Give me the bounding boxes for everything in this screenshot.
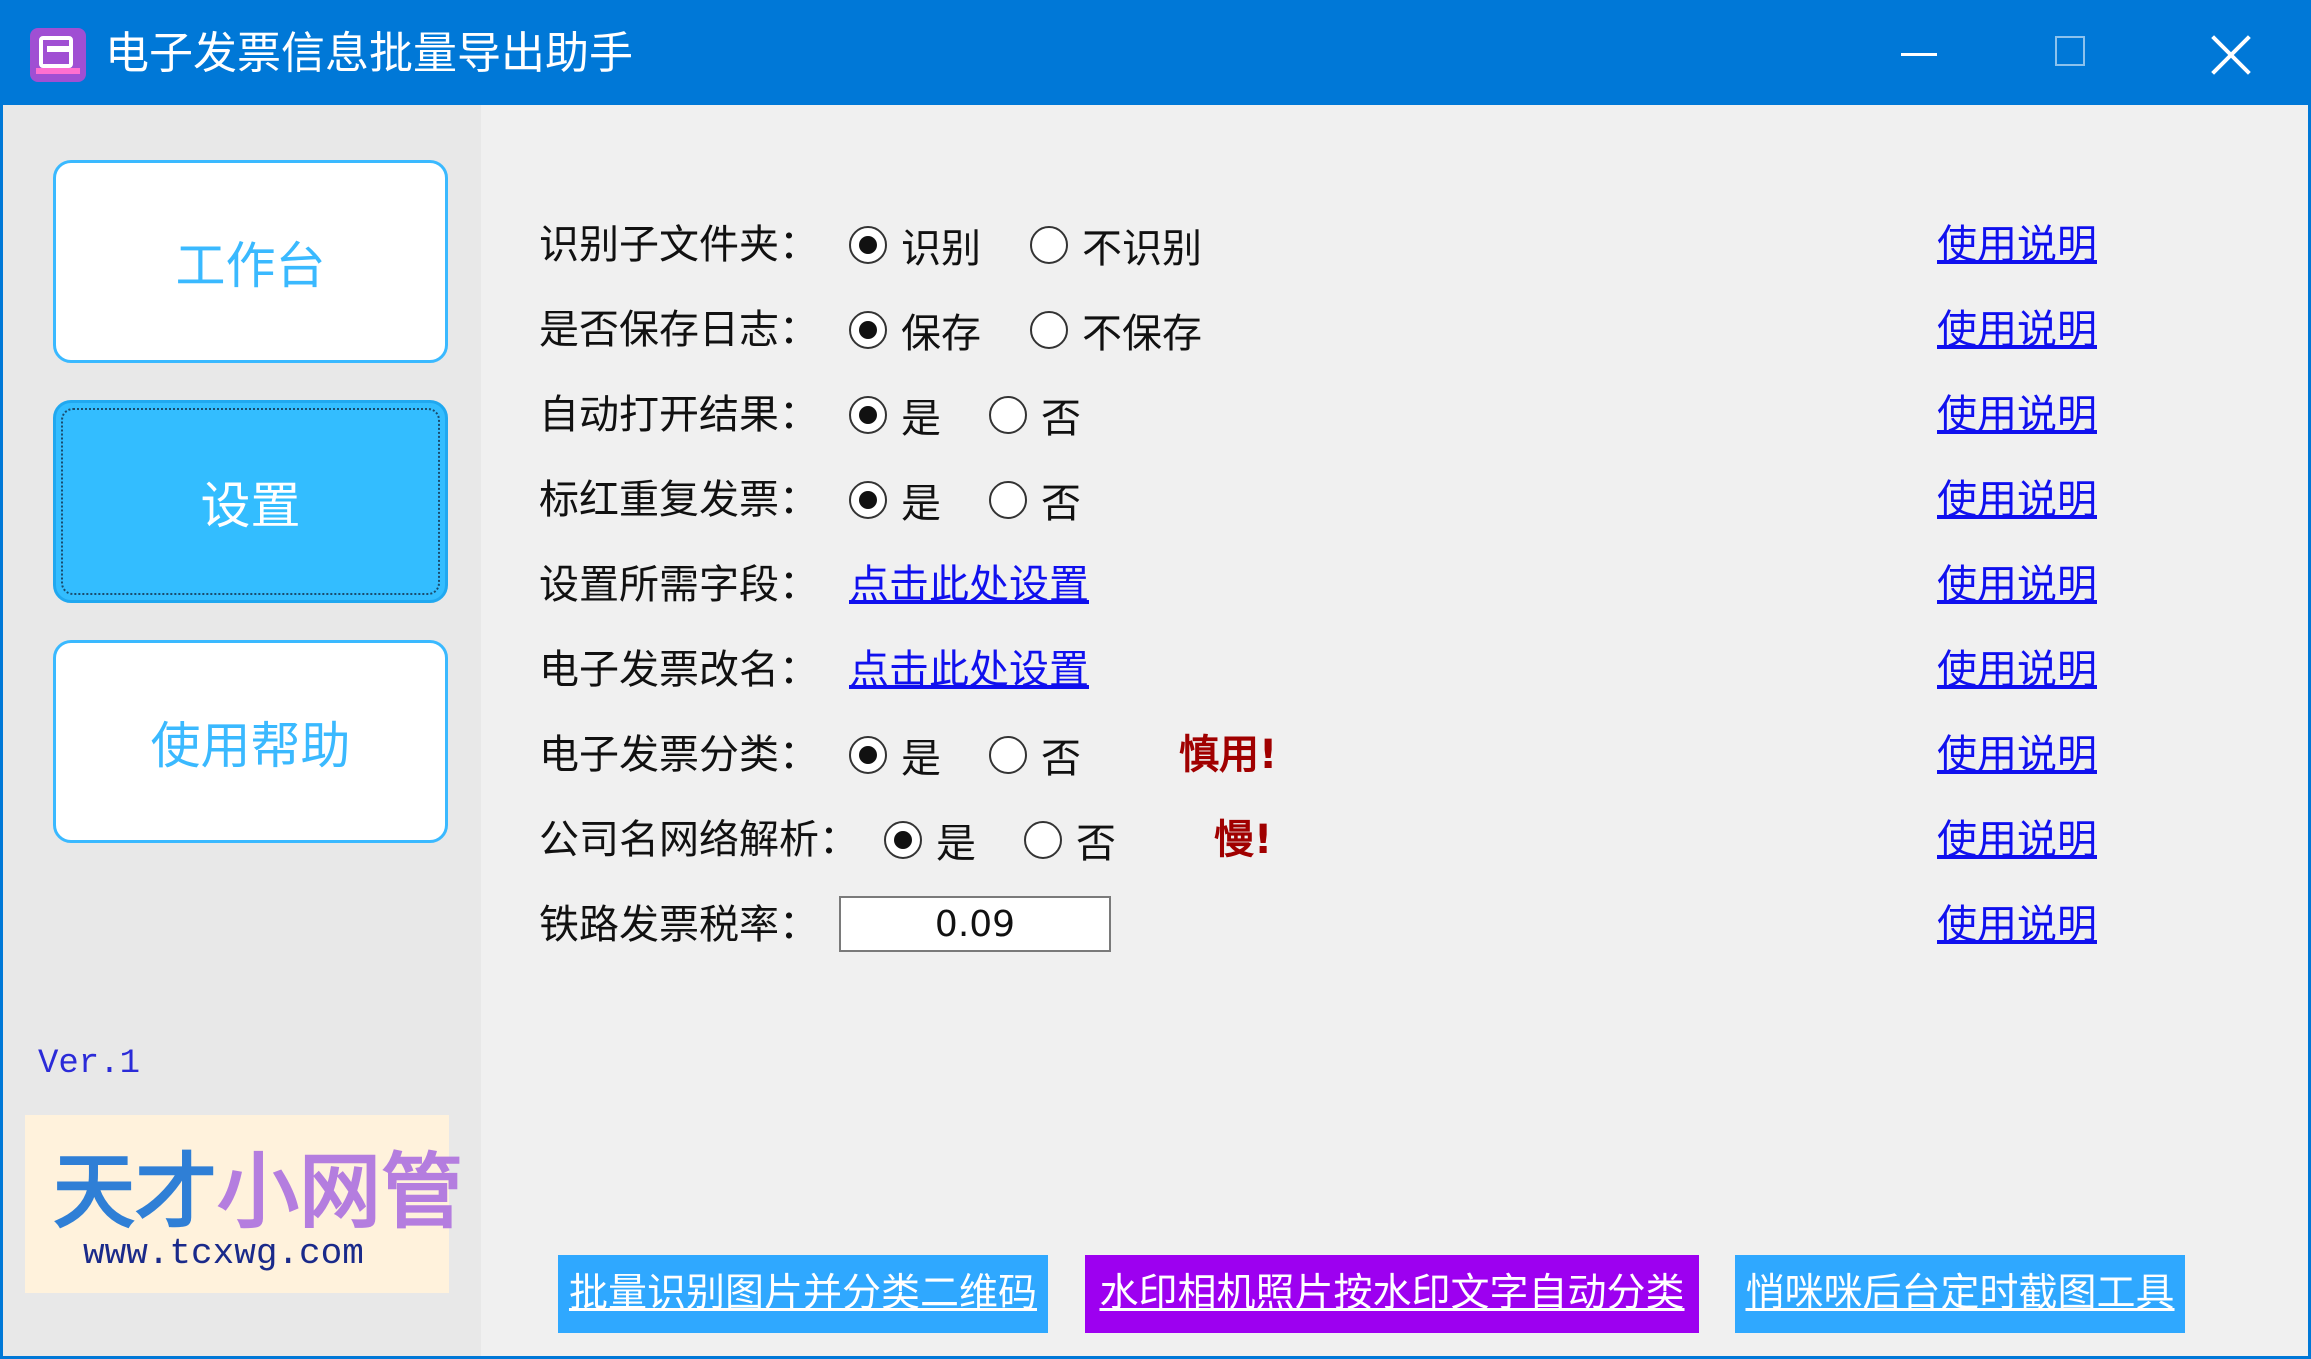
help-link[interactable]: 使用说明 (1937, 805, 2097, 875)
setting-label: 公司名网络解析： (539, 817, 859, 863)
radio-auto-open-yes[interactable]: 是 (849, 394, 941, 442)
radio-company-lookup-no[interactable]: 否 (1024, 819, 1116, 867)
radio-subfolder-no[interactable]: 不识别 (1030, 224, 1202, 272)
setting-label: 识别子文件夹： (539, 222, 819, 268)
setting-label: 自动打开结果： (539, 392, 819, 438)
rail-tax-rate-input[interactable] (839, 896, 1111, 952)
app-window: 电子发票信息批量导出助手 工作台 设置 使用帮助 Ver.1 天才小网管 www… (0, 0, 2311, 1359)
setting-label: 铁路发票税率： (539, 902, 819, 948)
radio-classify-no[interactable]: 否 (989, 734, 1081, 782)
setting-label: 电子发票分类： (539, 732, 819, 778)
app-icon (30, 28, 86, 82)
help-link[interactable]: 使用说明 (1937, 635, 2097, 705)
help-link[interactable]: 使用说明 (1937, 550, 2097, 620)
radio-company-lookup-yes[interactable]: 是 (884, 819, 976, 867)
help-link[interactable]: 使用说明 (1937, 465, 2097, 535)
radio-classify-yes[interactable]: 是 (849, 734, 941, 782)
nav-settings-button[interactable]: 设置 (53, 400, 448, 603)
help-link[interactable]: 使用说明 (1937, 890, 2097, 960)
radio-log-nosave[interactable]: 不保存 (1030, 309, 1202, 357)
radio-log-save[interactable]: 保存 (849, 309, 981, 357)
settings-panel: 识别子文件夹： 识别 不识别 使用说明 是否保存日志： 保存 不保存 使用说明 … (481, 105, 2308, 1356)
set-rename-link[interactable]: 点击此处设置 (849, 635, 1089, 705)
logo-url: www.tcxwg.com (83, 1233, 364, 1274)
radio-duplicate-no[interactable]: 否 (989, 479, 1081, 527)
help-link[interactable]: 使用说明 (1937, 295, 2097, 365)
setting-label: 电子发票改名： (539, 647, 819, 693)
watermark-photo-classify-link[interactable]: 水印相机照片按水印文字自动分类 (1085, 1255, 1699, 1333)
logo-text: 天才小网管 (53, 1145, 464, 1240)
close-button[interactable] (2153, 3, 2303, 105)
sidebar: 工作台 设置 使用帮助 Ver.1 天才小网管 www.tcxwg.com (3, 105, 481, 1356)
help-link[interactable]: 使用说明 (1937, 210, 2097, 280)
setting-label: 是否保存日志： (539, 307, 819, 353)
set-fields-link[interactable]: 点击此处设置 (849, 550, 1089, 620)
minimize-button[interactable] (1843, 3, 1993, 105)
version-label: Ver.1 (38, 1045, 141, 1083)
title-bar[interactable]: 电子发票信息批量导出助手 (3, 3, 2308, 105)
setting-label: 标红重复发票： (539, 477, 819, 523)
radio-auto-open-no[interactable]: 否 (989, 394, 1081, 442)
warning-text: 慢! (1214, 817, 1273, 863)
radio-duplicate-yes[interactable]: 是 (849, 479, 941, 527)
maximize-button[interactable] (1998, 3, 2148, 105)
nav-workbench-button[interactable]: 工作台 (53, 160, 448, 363)
help-link[interactable]: 使用说明 (1937, 720, 2097, 790)
radio-subfolder-yes[interactable]: 识别 (849, 224, 981, 272)
qr-image-classify-link[interactable]: 批量识别图片并分类二维码 (558, 1255, 1048, 1333)
setting-label: 设置所需字段： (539, 562, 819, 608)
brand-logo[interactable]: 天才小网管 www.tcxwg.com (25, 1115, 463, 1293)
window-title: 电子发票信息批量导出助手 (105, 28, 633, 79)
help-link[interactable]: 使用说明 (1937, 380, 2097, 450)
nav-help-button[interactable]: 使用帮助 (53, 640, 448, 843)
warning-text: 慎用! (1179, 732, 1278, 778)
screenshot-tool-link[interactable]: 悄咪咪后台定时截图工具 (1735, 1255, 2185, 1333)
